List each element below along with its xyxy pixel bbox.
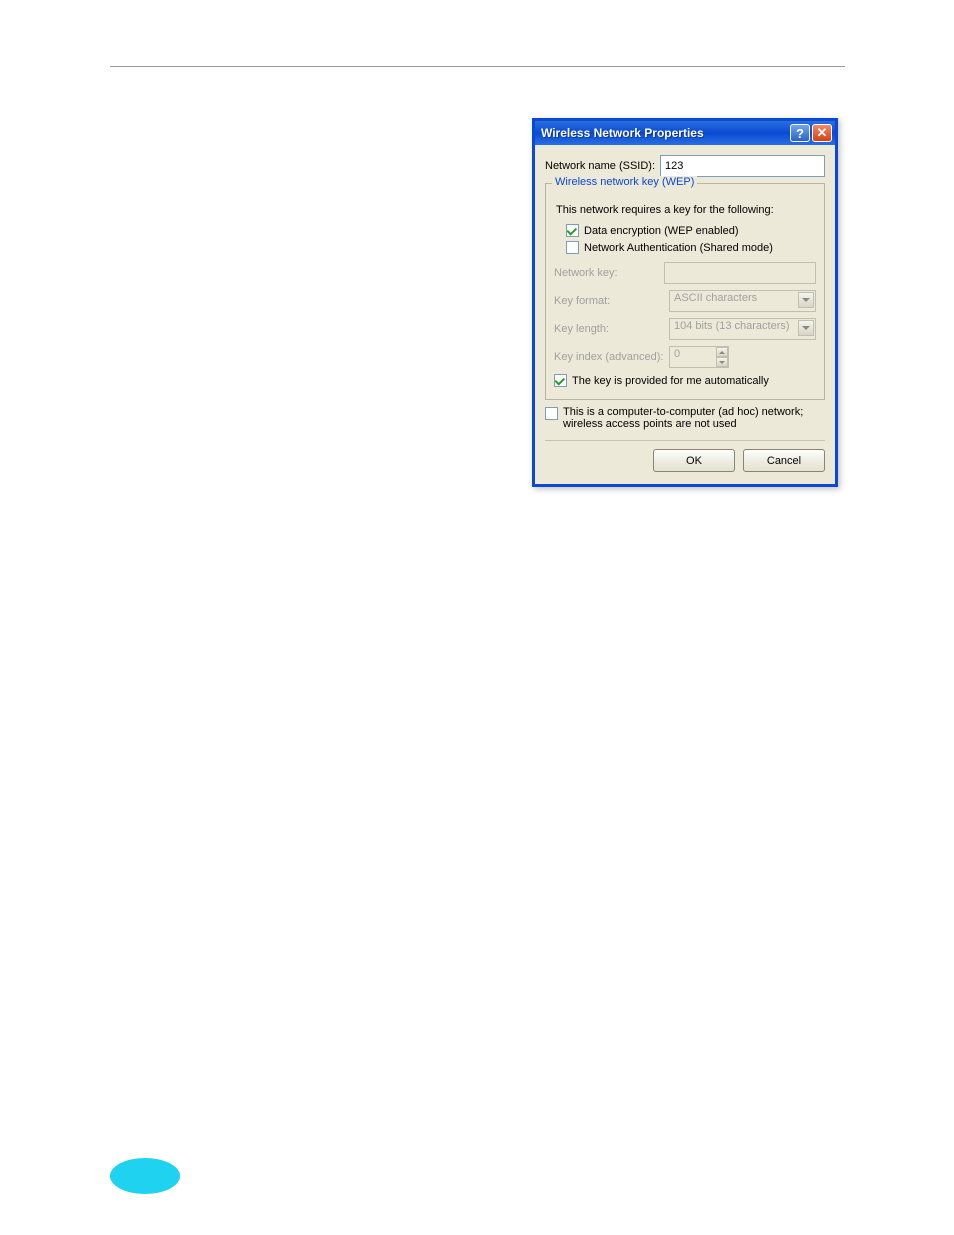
network-auth-label: Network Authentication (Shared mode)	[584, 242, 773, 254]
adhoc-label: This is a computer-to-computer (ad hoc) …	[563, 406, 825, 430]
key-format-label: Key format:	[554, 295, 669, 307]
wep-fieldset: Wireless network key (WEP) This network …	[545, 183, 825, 400]
cancel-label: Cancel	[767, 455, 801, 467]
dialog-body: Network name (SSID): Wireless network ke…	[535, 145, 835, 484]
key-length-select: 104 bits (13 characters)	[669, 318, 816, 340]
auto-key-row[interactable]: The key is provided for me automatically	[554, 374, 816, 387]
key-index-row: Key index (advanced): 0	[554, 346, 816, 368]
ssid-label: Network name (SSID):	[545, 160, 660, 172]
key-index-spinner: 0	[669, 346, 729, 368]
spinner-buttons	[716, 347, 728, 367]
data-encryption-row[interactable]: Data encryption (WEP enabled)	[566, 224, 816, 237]
chevron-down-icon	[798, 292, 814, 308]
auto-key-label: The key is provided for me automatically	[572, 375, 769, 387]
adhoc-row[interactable]: This is a computer-to-computer (ad hoc) …	[545, 406, 825, 430]
network-key-input	[664, 262, 816, 284]
spinner-down-icon	[716, 357, 728, 367]
network-key-row: Network key:	[554, 262, 816, 284]
page-top-rule	[110, 66, 845, 67]
dialog-title: Wireless Network Properties	[541, 126, 788, 140]
requires-note: This network requires a key for the foll…	[556, 204, 816, 216]
key-length-value: 104 bits (13 characters)	[674, 320, 790, 332]
key-index-value: 0	[674, 348, 680, 360]
button-divider	[545, 440, 825, 441]
data-encryption-checkbox[interactable]	[566, 224, 579, 237]
auto-key-checkbox[interactable]	[554, 374, 567, 387]
key-index-label: Key index (advanced):	[554, 351, 669, 363]
key-length-label: Key length:	[554, 323, 669, 335]
key-length-row: Key length: 104 bits (13 characters)	[554, 318, 816, 340]
titlebar[interactable]: Wireless Network Properties ? ✕	[535, 121, 835, 145]
chevron-down-icon	[798, 320, 814, 336]
network-auth-row[interactable]: Network Authentication (Shared mode)	[566, 241, 816, 254]
wep-legend: Wireless network key (WEP)	[552, 176, 697, 188]
adhoc-checkbox[interactable]	[545, 407, 558, 420]
wireless-properties-dialog: Wireless Network Properties ? ✕ Network …	[532, 118, 838, 487]
close-icon: ✕	[817, 125, 828, 141]
key-format-value: ASCII characters	[674, 292, 757, 304]
spinner-up-icon	[716, 347, 728, 357]
ssid-row: Network name (SSID):	[545, 155, 825, 177]
network-key-label: Network key:	[554, 267, 664, 279]
help-button[interactable]: ?	[790, 124, 810, 142]
key-format-select: ASCII characters	[669, 290, 816, 312]
ssid-input[interactable]	[660, 155, 825, 177]
network-auth-checkbox[interactable]	[566, 241, 579, 254]
key-format-row: Key format: ASCII characters	[554, 290, 816, 312]
button-row: OK Cancel	[545, 449, 825, 472]
cancel-button[interactable]: Cancel	[743, 449, 825, 472]
ok-button[interactable]: OK	[653, 449, 735, 472]
help-icon: ?	[796, 126, 804, 141]
data-encryption-label: Data encryption (WEP enabled)	[584, 225, 739, 237]
close-button[interactable]: ✕	[812, 124, 832, 142]
ok-label: OK	[686, 455, 702, 467]
page-number-badge	[110, 1158, 180, 1194]
